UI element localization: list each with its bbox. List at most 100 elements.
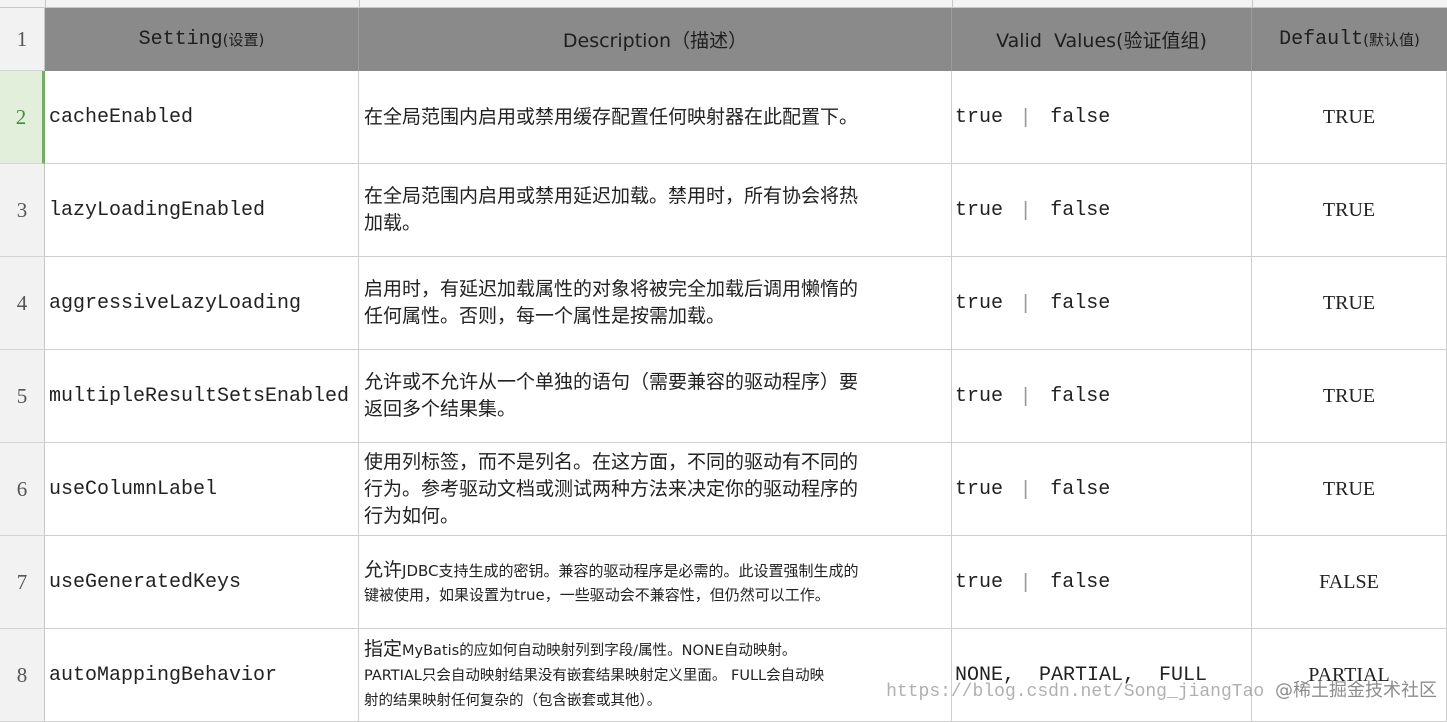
description-line-text: MyBatis的应如何自动映射列到字段/属性。NONE自动映射。 (402, 642, 797, 659)
cell-description[interactable]: 指定MyBatis的应如何自动映射列到字段/属性。NONE自动映射。 PARTIA… (359, 629, 952, 722)
valid-value-true: true (955, 105, 1004, 129)
description-text: 允许JDBC支持生成的密钥。兼容的驱动程序是必需的。此设置强制生成的键被使用，如… (364, 558, 859, 607)
valid-value-false: false (1050, 291, 1111, 315)
description-line: 在全局范围内启用或禁用缓存配置任何映射器在此配置下。 (364, 104, 858, 131)
cell-setting[interactable]: lazyLoadingEnabled (45, 164, 359, 257)
description-line: 使用列标签，而不是列名。在这方面，不同的驱动有不同的 (364, 449, 858, 476)
description-line: 加载。 (364, 210, 858, 237)
cell-valid-values[interactable]: true | false (952, 443, 1252, 536)
separator-icon: | (1023, 291, 1029, 314)
valid-value-true: true (955, 198, 1004, 222)
description-line-text: 键被使用，如果设置为true，一些驱动会不兼容性，但仍然可以工作。 (364, 585, 830, 604)
description-line-text: 行为。参考驱动文档或测试两种方法来决定你的驱动程序的 (364, 477, 859, 500)
separator-icon: | (1023, 384, 1029, 407)
cell-setting[interactable]: useColumnLabel (45, 443, 359, 536)
description-line: 任何属性。否则，每一个属性是按需加载。 (364, 303, 858, 330)
cell-setting[interactable]: multipleResultSetsEnabled (45, 350, 359, 443)
separator-icon: | (1023, 477, 1029, 500)
header-default-cn: (默认值) (1363, 31, 1420, 49)
description-line: 允许JDBC支持生成的密钥。兼容的驱动程序是必需的。此设置强制生成的 (364, 558, 859, 583)
description-line-text: PARTIAL只会自动映射结果没有嵌套结果映射定义里面。 FULL会自动映 (364, 667, 825, 684)
row-number-7[interactable]: 7 (0, 536, 45, 629)
watermark: https://blog.csdn.net/Song_jiangTao @稀土掘… (886, 676, 1437, 702)
cell-valid-values[interactable]: true | false (952, 350, 1252, 443)
row-number-3[interactable]: 3 (0, 164, 45, 257)
cell-valid-values[interactable]: true | false (952, 536, 1252, 629)
cell-valid-values[interactable]: true | false (952, 164, 1252, 257)
description-line-text: 射的结果映射任何复杂的（包含嵌套或其他）。 (364, 692, 662, 709)
description-line-text: 使用列标签，而不是列名。在这方面，不同的驱动有不同的 (364, 450, 859, 473)
description-line: 射的结果映射任何复杂的（包含嵌套或其他）。 (364, 689, 824, 714)
valid-value-false: false (1050, 384, 1111, 408)
header-description[interactable]: Description（描述） (359, 8, 952, 71)
header-setting[interactable]: Setting (设置) (45, 8, 359, 71)
separator-icon: | (1023, 570, 1029, 593)
column-header-strip (0, 0, 1447, 8)
valid-value-false: false (1050, 105, 1111, 129)
separator-icon: | (1023, 105, 1029, 128)
description-lead: 允许 (364, 558, 403, 581)
description-line: 行为如何。 (364, 503, 858, 530)
row-number-2[interactable]: 2 (0, 71, 45, 164)
header-default-label: Default (1279, 28, 1364, 51)
description-text: 指定MyBatis的应如何自动映射列到字段/属性。NONE自动映射。 PARTIA… (364, 637, 824, 714)
cell-default[interactable]: TRUE (1252, 350, 1447, 443)
cell-setting[interactable]: useGeneratedKeys (45, 536, 359, 629)
cell-default[interactable]: FALSE (1252, 536, 1447, 629)
valid-value-true: true (955, 570, 1004, 594)
description-line: PARTIAL只会自动映射结果没有嵌套结果映射定义里面。 FULL会自动映 (364, 664, 824, 689)
separator-icon: | (1023, 198, 1029, 221)
valid-value-true: true (955, 291, 1004, 315)
cell-description[interactable]: 在全局范围内启用或禁用缓存配置任何映射器在此配置下。 (359, 71, 952, 164)
description-text: 在全局范围内启用或禁用缓存配置任何映射器在此配置下。 (364, 104, 858, 131)
header-valid-values[interactable]: Valid Values(验证值组) (952, 8, 1252, 71)
header-description-label: Description（描述） (562, 30, 748, 52)
spreadsheet: 1 Setting (设置) Description（描述） Valid Valu… (0, 0, 1447, 722)
cell-setting[interactable]: aggressiveLazyLoading (45, 257, 359, 350)
cell-valid-values[interactable]: true | false (952, 257, 1252, 350)
description-line: 在全局范围内启用或禁用延迟加载。禁用时，所有协会将热 (364, 183, 858, 210)
description-line-text: 在全局范围内启用或禁用缓存配置任何映射器在此配置下。 (364, 105, 859, 128)
cell-setting[interactable]: cacheEnabled (45, 71, 359, 164)
row-number-8[interactable]: 8 (0, 629, 45, 722)
description-line-text: 行为如何。 (364, 504, 460, 527)
row-number-1[interactable]: 1 (0, 8, 45, 71)
description-line-text: JDBC支持生成的密钥。兼容的驱动程序是必需的。此设置强制生成的 (402, 561, 859, 580)
valid-value-false: false (1050, 477, 1111, 501)
header-setting-cn: (设置) (222, 31, 265, 49)
valid-value-true: true (955, 384, 1004, 408)
description-line-text: 启用时，有延迟加载属性的对象将被完全加载后调用懒惰的 (364, 278, 859, 300)
row-number-4[interactable]: 4 (0, 257, 45, 350)
cell-valid-values[interactable]: true | false (952, 71, 1252, 164)
description-line: 指定MyBatis的应如何自动映射列到字段/属性。NONE自动映射。 (364, 637, 824, 664)
description-line-text: 返回多个结果集。 (364, 398, 517, 420)
cell-default[interactable]: TRUE (1252, 443, 1447, 536)
description-line: 键被使用，如果设置为true，一些驱动会不兼容性，但仍然可以工作。 (364, 583, 859, 607)
description-line-text: 允许或不允许从一个单独的语句（需要兼容的驱动程序）要 (364, 371, 859, 393)
cell-default[interactable]: TRUE (1252, 164, 1447, 257)
description-text: 允许或不允许从一个单独的语句（需要兼容的驱动程序）要 返回多个结果集。 (364, 369, 858, 423)
description-line: 返回多个结果集。 (364, 396, 858, 423)
description-lead: 指定 (364, 637, 403, 660)
watermark-url: https://blog.csdn.net/Song_jiangTao (886, 682, 1265, 702)
row-number-6[interactable]: 6 (0, 443, 45, 536)
cell-description[interactable]: 允许或不允许从一个单独的语句（需要兼容的驱动程序）要 返回多个结果集。 (359, 350, 952, 443)
description-line: 允许或不允许从一个单独的语句（需要兼容的驱动程序）要 (364, 369, 858, 396)
cell-default[interactable]: TRUE (1252, 71, 1447, 164)
description-line-text: 任何属性。否则，每一个属性是按需加载。 (364, 305, 726, 327)
cell-description[interactable]: 使用列标签，而不是列名。在这方面，不同的驱动有不同的 行为。参考驱动文档或测试两种… (359, 443, 952, 536)
valid-value-false: false (1050, 570, 1111, 594)
description-text: 启用时，有延迟加载属性的对象将被完全加载后调用懒惰的 任何属性。否则，每一个属性是… (364, 276, 858, 330)
description-line: 启用时，有延迟加载属性的对象将被完全加载后调用懒惰的 (364, 276, 858, 303)
description-line-text: 加载。 (364, 212, 422, 234)
cell-description[interactable]: 允许JDBC支持生成的密钥。兼容的驱动程序是必需的。此设置强制生成的键被使用，如… (359, 536, 952, 629)
cell-description[interactable]: 在全局范围内启用或禁用延迟加载。禁用时，所有协会将热 加载。 (359, 164, 952, 257)
header-setting-label: Setting (138, 28, 223, 51)
header-default[interactable]: Default (默认值) (1252, 8, 1447, 71)
description-line-text: 在全局范围内启用或禁用延迟加载。禁用时，所有协会将热 (364, 185, 859, 207)
cell-setting[interactable]: autoMappingBehavior (45, 629, 359, 722)
row-number-5[interactable]: 5 (0, 350, 45, 443)
watermark-brand: @稀土掘金技术社区 (1275, 680, 1437, 701)
cell-default[interactable]: TRUE (1252, 257, 1447, 350)
cell-description[interactable]: 启用时，有延迟加载属性的对象将被完全加载后调用懒惰的 任何属性。否则，每一个属性是… (359, 257, 952, 350)
